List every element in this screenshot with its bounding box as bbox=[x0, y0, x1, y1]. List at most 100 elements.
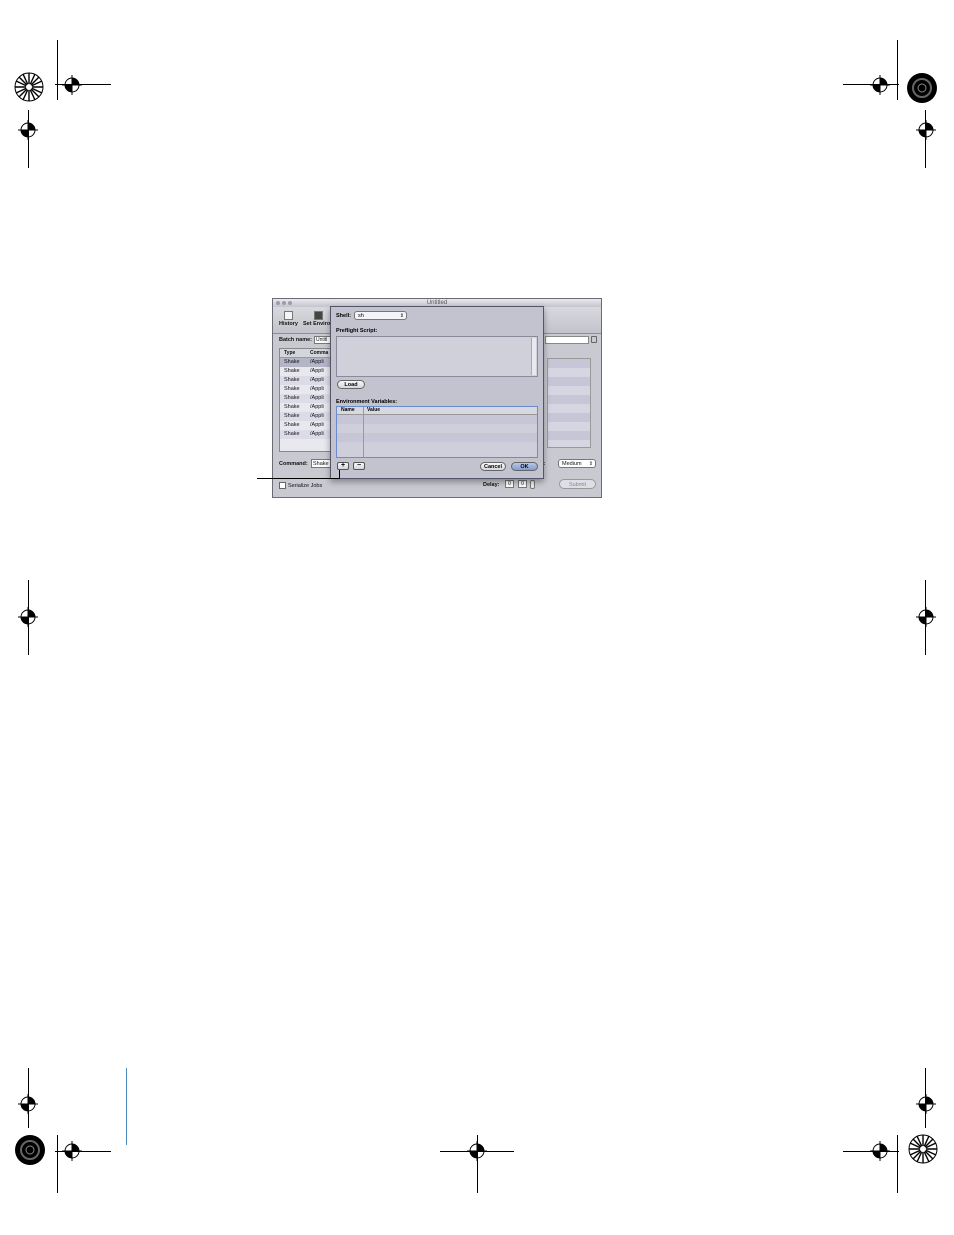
cell-type: Shake bbox=[284, 395, 300, 401]
crop-mark bbox=[57, 1135, 58, 1193]
margin-rule bbox=[126, 1068, 127, 1145]
cell-command: /Appli bbox=[310, 431, 324, 437]
cell-type: Shake bbox=[284, 359, 300, 365]
priority-popup[interactable]: Medium ⇕ bbox=[558, 459, 596, 468]
priority-value: Medium bbox=[562, 461, 582, 467]
cell-command: /Appli bbox=[310, 359, 324, 365]
table-row[interactable]: Shake/Appli bbox=[280, 430, 334, 439]
cell-command: /Appli bbox=[310, 386, 324, 392]
registration-star-icon bbox=[908, 1134, 938, 1164]
cell-type: Shake bbox=[284, 386, 300, 392]
jobs-table-right-part bbox=[547, 358, 591, 448]
registration-circle-icon bbox=[15, 1135, 45, 1165]
shell-value: sh bbox=[358, 313, 364, 319]
table-row[interactable]: Shake/Appli bbox=[280, 376, 334, 385]
cell-command: /Appli bbox=[310, 368, 324, 374]
toolbar-history-button[interactable]: History bbox=[279, 309, 298, 327]
cell-type: Shake bbox=[284, 431, 300, 437]
list-item[interactable] bbox=[337, 442, 537, 451]
cell-type: Shake bbox=[284, 404, 300, 410]
registration-target-icon bbox=[916, 1094, 936, 1114]
environment-table-header: Name Value bbox=[337, 407, 537, 415]
registration-target-icon bbox=[467, 1141, 487, 1161]
jobs-table: Type Comma Shake/Appli Shake/Appli Shake… bbox=[279, 348, 335, 452]
table-row[interactable]: Shake/Appli bbox=[280, 412, 334, 421]
shell-popup[interactable]: sh ⇕ bbox=[354, 311, 407, 320]
list-item[interactable] bbox=[337, 424, 537, 433]
cell-command: /Appli bbox=[310, 377, 324, 383]
table-row[interactable]: Shake/Appli bbox=[280, 358, 334, 367]
cancel-button[interactable]: Cancel bbox=[480, 462, 506, 471]
column-command[interactable]: Comma bbox=[310, 349, 328, 357]
registration-target-icon bbox=[18, 607, 38, 627]
column-type[interactable]: Type bbox=[284, 349, 295, 357]
table-row[interactable]: Shake/Appli bbox=[280, 385, 334, 394]
serialize-jobs-label: Serialize Jobs bbox=[288, 482, 323, 489]
cell-type: Shake bbox=[284, 413, 300, 419]
list-item[interactable] bbox=[337, 433, 537, 442]
environment-variables-label: Environment Variables: bbox=[336, 399, 398, 405]
batch-name-label: Batch name: bbox=[279, 337, 313, 343]
toolbar-history-label: History bbox=[279, 321, 298, 327]
list-item[interactable] bbox=[337, 415, 537, 424]
lock-icon[interactable] bbox=[591, 336, 597, 343]
shell-label: Shell: bbox=[336, 313, 351, 319]
submit-button[interactable]: Submit bbox=[559, 479, 596, 489]
registration-target-icon bbox=[916, 607, 936, 627]
column-value[interactable]: Value bbox=[367, 407, 380, 414]
environment-sheet: Shell: sh ⇕ Preflight Script: Load Envir… bbox=[330, 306, 544, 479]
column-name[interactable]: Name bbox=[341, 407, 355, 414]
delay-stepper[interactable] bbox=[530, 480, 535, 489]
registration-target-icon bbox=[870, 75, 890, 95]
environment-icon bbox=[313, 311, 323, 320]
delay-label: Delay: bbox=[483, 482, 500, 488]
registration-target-icon bbox=[62, 1141, 82, 1161]
crop-mark bbox=[897, 1135, 898, 1193]
remove-variable-button[interactable]: − bbox=[353, 462, 365, 470]
cell-type: Shake bbox=[284, 368, 300, 374]
command-popup[interactable]: Shake bbox=[311, 459, 331, 468]
cell-command: /Appli bbox=[310, 395, 324, 401]
registration-target-icon bbox=[916, 120, 936, 140]
load-button[interactable]: Load bbox=[337, 380, 365, 389]
chevron-updown-icon: ⇕ bbox=[588, 461, 593, 467]
delay-field-2[interactable]: 0 bbox=[518, 480, 527, 488]
command-label: Command: bbox=[279, 461, 308, 467]
batch-combo-popup[interactable] bbox=[545, 336, 589, 344]
registration-target-icon bbox=[870, 1141, 890, 1161]
toolbar-set-environment-label: Set Environ bbox=[303, 321, 334, 327]
delay-field-1[interactable]: 0 bbox=[505, 480, 514, 488]
callout-line bbox=[257, 478, 340, 479]
crop-mark bbox=[897, 40, 898, 100]
table-row[interactable]: Shake/Appli bbox=[280, 403, 334, 412]
cell-command: /Appli bbox=[310, 404, 324, 410]
preflight-script-field[interactable] bbox=[336, 336, 538, 377]
cell-command: /Appli bbox=[310, 422, 324, 428]
ok-button[interactable]: OK bbox=[511, 462, 538, 471]
cell-command: /Appli bbox=[310, 413, 324, 419]
registration-circle-icon bbox=[907, 73, 937, 103]
preflight-scrollbar[interactable] bbox=[531, 338, 536, 375]
registration-target-icon bbox=[18, 120, 38, 140]
table-row[interactable]: Shake/Appli bbox=[280, 394, 334, 403]
crop-mark bbox=[57, 40, 58, 100]
add-variable-button[interactable]: + bbox=[337, 462, 349, 470]
registration-target-icon bbox=[18, 1094, 38, 1114]
serialize-jobs-option[interactable]: Serialize Jobs bbox=[279, 482, 322, 489]
history-icon bbox=[283, 311, 293, 320]
serialize-jobs-checkbox[interactable] bbox=[279, 482, 286, 489]
preflight-script-label: Preflight Script: bbox=[336, 328, 378, 334]
environment-rows bbox=[337, 415, 537, 451]
registration-star-icon bbox=[14, 72, 44, 102]
cell-type: Shake bbox=[284, 377, 300, 383]
callout-line bbox=[339, 470, 340, 479]
chevron-updown-icon: ⇕ bbox=[399, 313, 404, 319]
table-row[interactable]: Shake/Appli bbox=[280, 367, 334, 376]
registration-target-icon bbox=[62, 75, 82, 95]
cell-type: Shake bbox=[284, 422, 300, 428]
jobs-table-header: Type Comma bbox=[280, 349, 334, 358]
environment-variables-table[interactable]: Name Value bbox=[336, 406, 538, 458]
column-divider bbox=[363, 407, 364, 457]
toolbar-set-environment-button[interactable]: Set Environ bbox=[303, 309, 334, 327]
table-row[interactable]: Shake/Appli bbox=[280, 421, 334, 430]
